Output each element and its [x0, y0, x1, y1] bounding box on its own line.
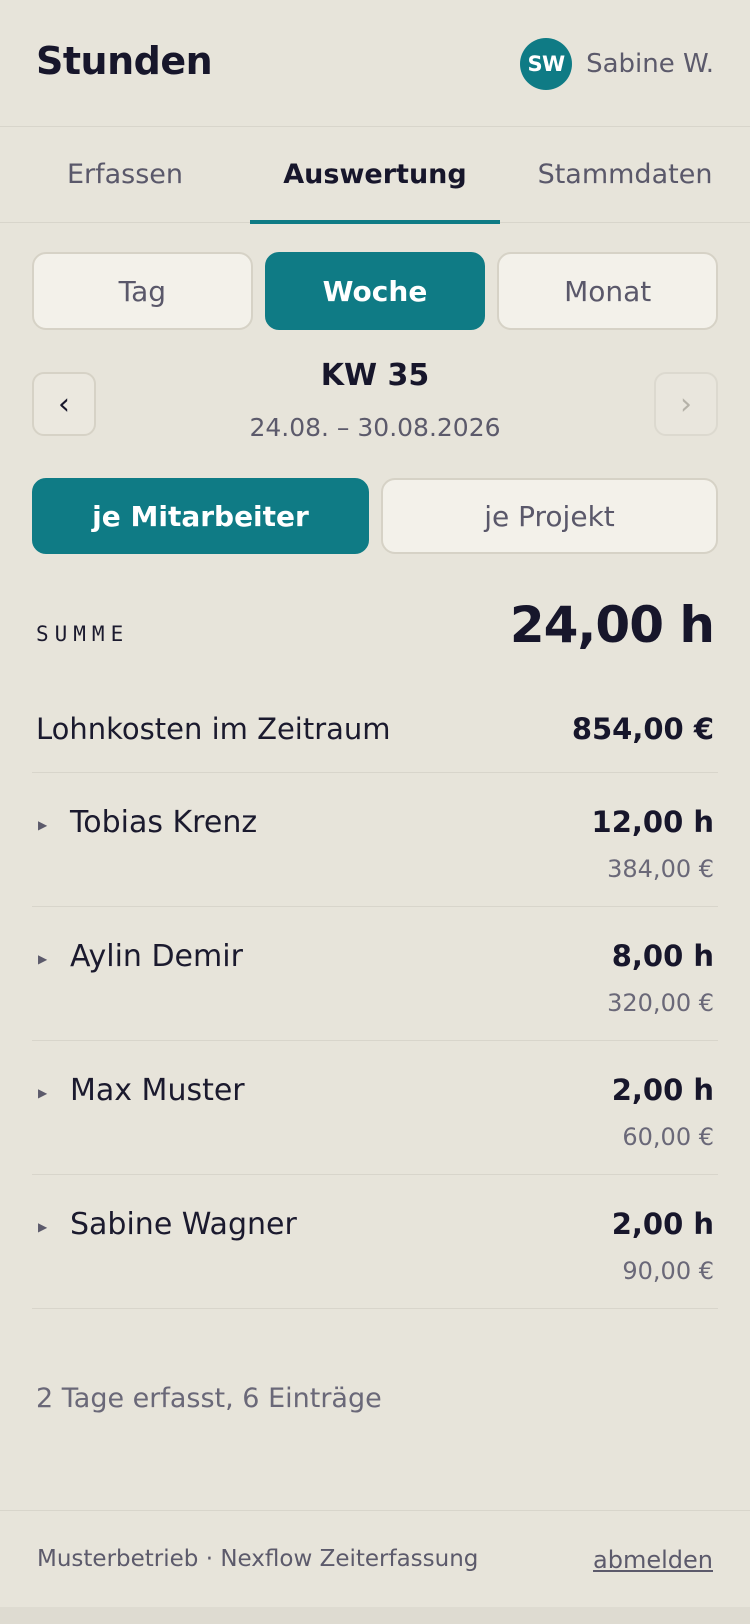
employee-row[interactable]: ▶ Aylin Demir 8,00 h 320,00 €	[32, 907, 718, 1041]
employee-row[interactable]: ▶ Tobias Krenz 12,00 h 384,00 €	[32, 773, 718, 907]
employee-hours: 2,00 h	[611, 1207, 714, 1241]
employee-hours: 12,00 h	[591, 805, 714, 839]
labor-cost-row: Lohnkosten im Zeitraum 854,00 €	[32, 700, 718, 773]
tab-stammdaten[interactable]: Stammdaten	[500, 127, 750, 222]
employee-hours: 2,00 h	[611, 1073, 714, 1107]
logout-link[interactable]: abmelden	[593, 1546, 713, 1574]
week-title: KW 35	[320, 358, 430, 393]
avatar[interactable]: SW	[520, 38, 573, 90]
labor-cost-value: 854,00 €	[571, 712, 714, 746]
employee-cost: 60,00 €	[622, 1123, 714, 1151]
employee-name: Tobias Krenz	[70, 805, 258, 840]
summary-label: SUMME	[36, 622, 130, 646]
employee-name: Max Muster	[70, 1073, 245, 1108]
summary-total-hours: 24,00 h	[509, 596, 715, 654]
footer: Musterbetrieb · Nexflow Zeiterfassung ab…	[0, 1510, 750, 1607]
triangle-right-icon: ▶	[38, 1086, 48, 1100]
employee-cost: 320,00 €	[607, 989, 714, 1017]
next-week-button[interactable]: ›	[654, 372, 718, 436]
week-date-range: 24.08. – 30.08.2026	[249, 413, 501, 442]
tab-auswertung[interactable]: Auswertung	[250, 127, 500, 224]
entries-summary-note: 2 Tage erfasst, 6 Einträge	[36, 1383, 382, 1414]
employee-name: Sabine Wagner	[70, 1207, 297, 1242]
labor-cost-label: Lohnkosten im Zeitraum	[36, 712, 391, 746]
user-menu[interactable]: SW Sabine W.	[520, 38, 714, 90]
tab-erfassen[interactable]: Erfassen	[0, 127, 250, 222]
main-tabs: Erfassen Auswertung Stammdaten	[0, 127, 750, 224]
footer-brand: Musterbetrieb · Nexflow Zeiterfassung	[37, 1546, 479, 1572]
period-month-button[interactable]: Monat	[497, 252, 719, 330]
period-week-button[interactable]: Woche	[264, 252, 486, 330]
user-name[interactable]: Sabine W.	[586, 49, 714, 79]
employee-hours: 8,00 h	[611, 939, 714, 973]
group-by-project-button[interactable]: je Projekt	[381, 478, 718, 554]
triangle-right-icon: ▶	[38, 952, 48, 966]
employee-name: Aylin Demir	[70, 939, 243, 974]
app-page: Stunden SW Sabine W. Erfassen Auswertung…	[0, 0, 750, 1607]
period-selector: Tag Woche Monat	[32, 252, 719, 330]
period-day-button[interactable]: Tag	[32, 252, 253, 330]
page-title: Stunden	[36, 39, 213, 83]
chevron-right-icon: ›	[680, 386, 692, 422]
employee-cost: 90,00 €	[622, 1257, 714, 1285]
employee-row[interactable]: ▶ Sabine Wagner 2,00 h 90,00 €	[32, 1175, 718, 1309]
grouping-toggle: je Mitarbeiter je Projekt	[32, 478, 718, 554]
triangle-right-icon: ▶	[38, 1220, 48, 1234]
employee-cost: 384,00 €	[607, 855, 714, 883]
employee-row[interactable]: ▶ Max Muster 2,00 h 60,00 €	[32, 1041, 718, 1175]
group-by-employee-button[interactable]: je Mitarbeiter	[32, 478, 369, 554]
app-header: Stunden SW Sabine W.	[0, 0, 750, 127]
employee-list: ▶ Tobias Krenz 12,00 h 384,00 € ▶ Aylin …	[32, 773, 718, 1309]
triangle-right-icon: ▶	[38, 818, 48, 832]
